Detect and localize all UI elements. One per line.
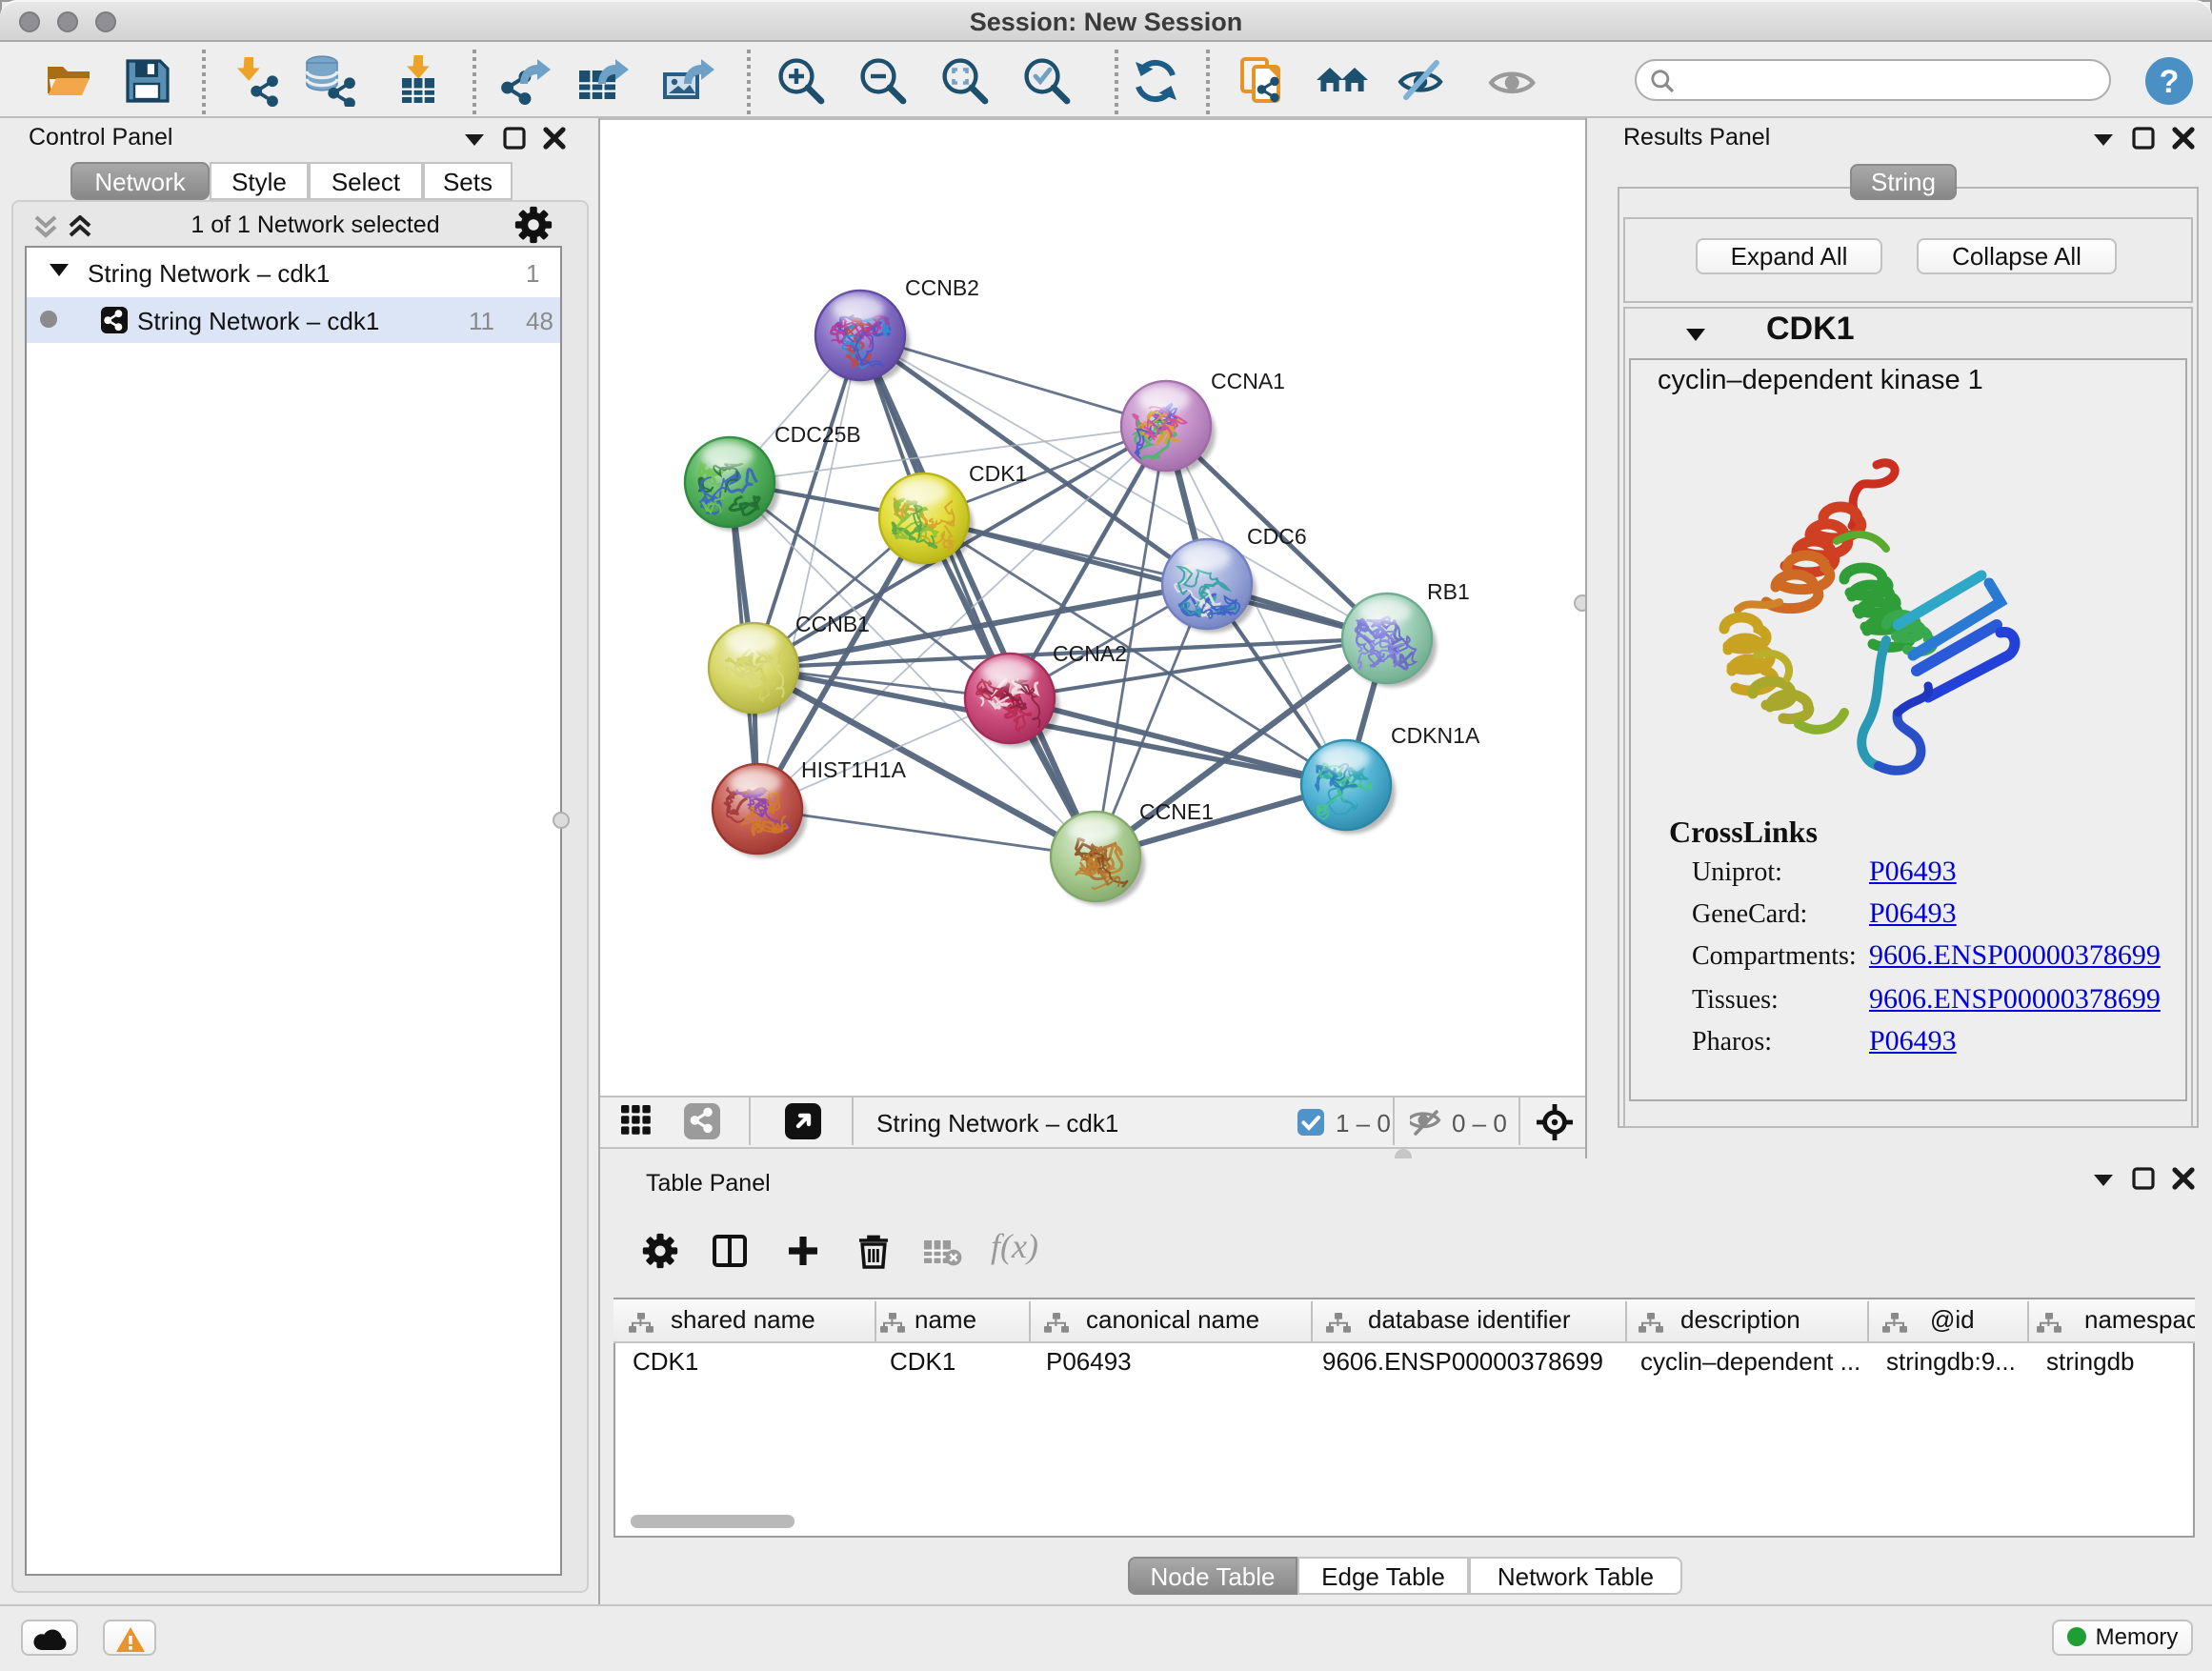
svg-text:RB1: RB1: [1427, 579, 1470, 604]
svg-text:CDK1: CDK1: [969, 461, 1027, 486]
svg-text:CCNE1: CCNE1: [1139, 799, 1214, 824]
svg-text:CCNB1: CCNB1: [795, 612, 870, 636]
svg-text:CCNB2: CCNB2: [905, 275, 979, 300]
svg-text:CDC25B: CDC25B: [774, 422, 861, 447]
svg-text:?: ?: [2160, 64, 2180, 100]
svg-text:CDKN1A: CDKN1A: [1391, 723, 1480, 748]
svg-text:HIST1H1A: HIST1H1A: [801, 757, 907, 782]
svg-text:CDC6: CDC6: [1247, 524, 1307, 549]
svg-text:CCNA1: CCNA1: [1211, 369, 1285, 393]
svg-text:CCNA2: CCNA2: [1053, 641, 1127, 666]
